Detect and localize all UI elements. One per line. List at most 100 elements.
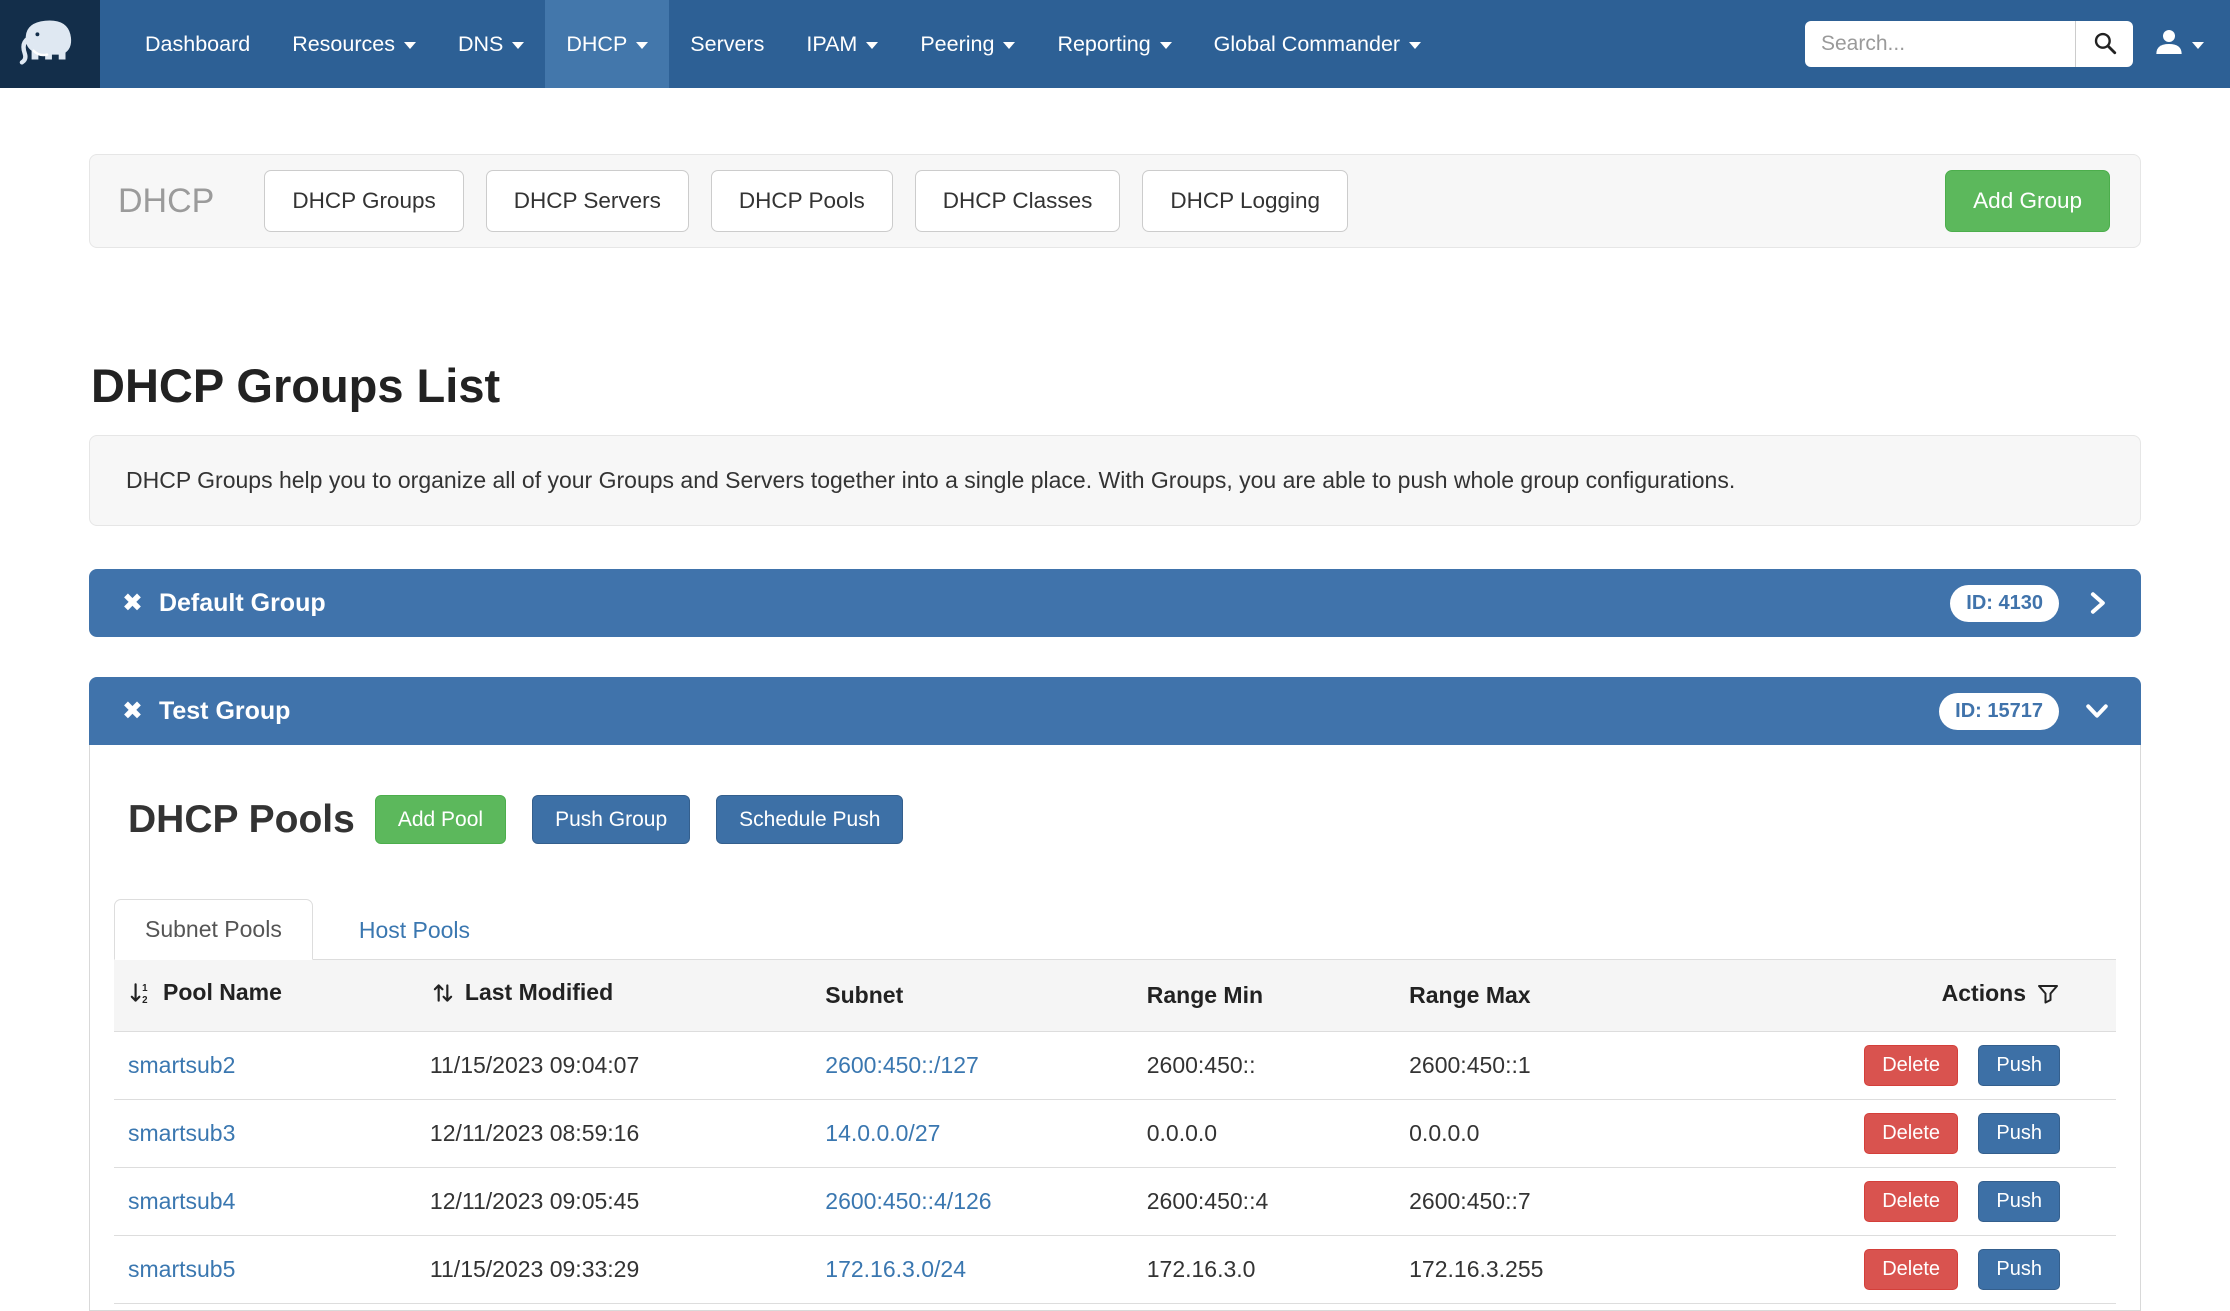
range-min-cell: 172.16.3.0 bbox=[1133, 1236, 1395, 1304]
group-id-badge: ID: 15717 bbox=[1939, 693, 2059, 730]
search-button[interactable] bbox=[2075, 21, 2133, 67]
header-range-max[interactable]: Range Max bbox=[1395, 960, 1836, 1032]
group-name: Test Group bbox=[159, 697, 290, 726]
header-last-modified[interactable]: Last Modified bbox=[416, 960, 811, 1032]
remove-group-icon[interactable]: ✖ bbox=[122, 591, 143, 616]
range-max-cell: 2600:450::7 bbox=[1395, 1168, 1836, 1236]
nav-item-reporting[interactable]: Reporting bbox=[1036, 0, 1192, 88]
push-button[interactable]: Push bbox=[1978, 1181, 2060, 1222]
page-container: DHCP DHCP Groups DHCP Servers DHCP Pools… bbox=[89, 154, 2141, 1311]
chevron-right-icon[interactable] bbox=[2083, 589, 2111, 617]
sort-icon bbox=[430, 985, 456, 1011]
subnet-link[interactable]: 2600:450::/127 bbox=[825, 1052, 978, 1078]
nav-item-dashboard[interactable]: Dashboard bbox=[124, 0, 271, 88]
push-group-button[interactable]: Push Group bbox=[532, 795, 690, 844]
svg-text:2: 2 bbox=[142, 995, 148, 1006]
chevron-down-icon bbox=[866, 42, 878, 49]
header-subnet[interactable]: Subnet bbox=[811, 960, 1132, 1032]
chevron-down-icon bbox=[636, 42, 648, 49]
delete-button[interactable]: Delete bbox=[1864, 1045, 1958, 1086]
pool-name-link[interactable]: smartsub5 bbox=[128, 1256, 235, 1282]
delete-button[interactable]: Delete bbox=[1864, 1113, 1958, 1154]
brand-logo[interactable] bbox=[0, 0, 100, 88]
pool-name-link[interactable]: smartsub4 bbox=[128, 1188, 235, 1214]
subnet-link[interactable]: 2600:450::4/126 bbox=[825, 1188, 991, 1214]
pools-tabs: Subnet Pools Host Pools bbox=[114, 899, 2116, 960]
group-body: DHCP Pools Add Pool Push Group Schedule … bbox=[89, 745, 2141, 1311]
subnet-link[interactable]: 14.0.0.0/27 bbox=[825, 1120, 940, 1146]
subnet-link[interactable]: 172.16.3.0/24 bbox=[825, 1256, 966, 1282]
dhcp-subnav: DHCP DHCP Groups DHCP Servers DHCP Pools… bbox=[89, 154, 2141, 248]
header-label: Subnet bbox=[825, 982, 903, 1008]
description-panel: DHCP Groups help you to organize all of … bbox=[89, 435, 2141, 526]
top-navbar: Dashboard Resources DNS DHCP Servers IPA… bbox=[0, 0, 2230, 88]
nav-label: Dashboard bbox=[145, 32, 250, 57]
nav-label: Servers bbox=[690, 32, 764, 57]
push-button[interactable]: Push bbox=[1978, 1249, 2060, 1290]
dhcp-classes-button[interactable]: DHCP Classes bbox=[915, 170, 1121, 232]
schedule-push-button[interactable]: Schedule Push bbox=[716, 795, 903, 844]
svg-text:1: 1 bbox=[142, 983, 148, 994]
dhcp-servers-button[interactable]: DHCP Servers bbox=[486, 170, 689, 232]
add-group-button[interactable]: Add Group bbox=[1945, 170, 2110, 232]
filter-icon[interactable] bbox=[2036, 984, 2060, 1010]
group-row-test-group[interactable]: ✖ Test Group ID: 15717 bbox=[89, 677, 2141, 745]
navbar-right bbox=[1805, 0, 2230, 88]
nav-label: Peering bbox=[920, 32, 994, 57]
tab-host-pools[interactable]: Host Pools bbox=[329, 901, 500, 960]
table-row: smartsub5 11/15/2023 09:33:29 172.16.3.0… bbox=[114, 1236, 2116, 1304]
dhcp-groups-button[interactable]: DHCP Groups bbox=[264, 170, 463, 232]
last-modified-cell: 11/15/2023 09:04:07 bbox=[416, 1032, 811, 1100]
range-min-cell: 2600:450::4 bbox=[1133, 1168, 1395, 1236]
search-icon bbox=[2092, 30, 2118, 59]
tab-subnet-pools[interactable]: Subnet Pools bbox=[114, 899, 313, 960]
header-label: Pool Name bbox=[163, 979, 282, 1005]
remove-group-icon[interactable]: ✖ bbox=[122, 699, 143, 724]
group-row-default-group[interactable]: ✖ Default Group ID: 4130 bbox=[89, 569, 2141, 637]
header-label: Range Max bbox=[1409, 982, 1530, 1008]
range-min-cell: 2600:450:: bbox=[1133, 1032, 1395, 1100]
table-row: smartsub3 12/11/2023 08:59:16 14.0.0.0/2… bbox=[114, 1100, 2116, 1168]
nav-label: Reporting bbox=[1057, 32, 1150, 57]
search-group bbox=[1805, 21, 2133, 67]
pools-table: 12 Pool Name Last Modified Subnet Range M… bbox=[114, 960, 2116, 1304]
chevron-down-icon bbox=[1003, 42, 1015, 49]
nav-item-global-commander[interactable]: Global Commander bbox=[1193, 0, 1442, 88]
pool-name-link[interactable]: smartsub2 bbox=[128, 1052, 235, 1078]
delete-button[interactable]: Delete bbox=[1864, 1181, 1958, 1222]
range-max-cell: 0.0.0.0 bbox=[1395, 1100, 1836, 1168]
group-section-test-group: ✖ Test Group ID: 15717 DHCP Pools Add Po… bbox=[89, 677, 2141, 1311]
chevron-down-icon[interactable] bbox=[2083, 697, 2111, 725]
sort-numeric-icon: 12 bbox=[128, 985, 154, 1011]
nav-item-peering[interactable]: Peering bbox=[899, 0, 1036, 88]
header-label: Actions bbox=[1942, 980, 2026, 1006]
push-button[interactable]: Push bbox=[1978, 1113, 2060, 1154]
user-menu[interactable] bbox=[2153, 26, 2204, 63]
subnav-title: DHCP bbox=[118, 182, 214, 221]
table-header-row: 12 Pool Name Last Modified Subnet Range M… bbox=[114, 960, 2116, 1032]
delete-button[interactable]: Delete bbox=[1864, 1249, 1958, 1290]
header-actions: Actions bbox=[1836, 960, 2116, 1032]
dhcp-pools-button[interactable]: DHCP Pools bbox=[711, 170, 893, 232]
nav-label: IPAM bbox=[806, 32, 857, 57]
table-row: smartsub4 12/11/2023 09:05:45 2600:450::… bbox=[114, 1168, 2116, 1236]
push-button[interactable]: Push bbox=[1978, 1045, 2060, 1086]
mammoth-logo-icon bbox=[19, 11, 81, 78]
nav-item-ipam[interactable]: IPAM bbox=[785, 0, 899, 88]
nav-item-dhcp[interactable]: DHCP bbox=[545, 0, 669, 88]
range-max-cell: 2600:450::1 bbox=[1395, 1032, 1836, 1100]
search-input[interactable] bbox=[1805, 21, 2075, 67]
nav-item-servers[interactable]: Servers bbox=[669, 0, 785, 88]
header-range-min[interactable]: Range Min bbox=[1133, 960, 1395, 1032]
nav-label: Global Commander bbox=[1214, 32, 1400, 57]
header-pool-name[interactable]: 12 Pool Name bbox=[114, 960, 416, 1032]
add-pool-button[interactable]: Add Pool bbox=[375, 795, 506, 844]
nav-item-dns[interactable]: DNS bbox=[437, 0, 545, 88]
range-max-cell: 172.16.3.255 bbox=[1395, 1236, 1836, 1304]
nav-item-resources[interactable]: Resources bbox=[271, 0, 437, 88]
pool-name-link[interactable]: smartsub3 bbox=[128, 1120, 235, 1146]
nav-label: DNS bbox=[458, 32, 503, 57]
dhcp-logging-button[interactable]: DHCP Logging bbox=[1142, 170, 1348, 232]
description-text: DHCP Groups help you to organize all of … bbox=[126, 467, 1735, 493]
table-row: smartsub2 11/15/2023 09:04:07 2600:450::… bbox=[114, 1032, 2116, 1100]
